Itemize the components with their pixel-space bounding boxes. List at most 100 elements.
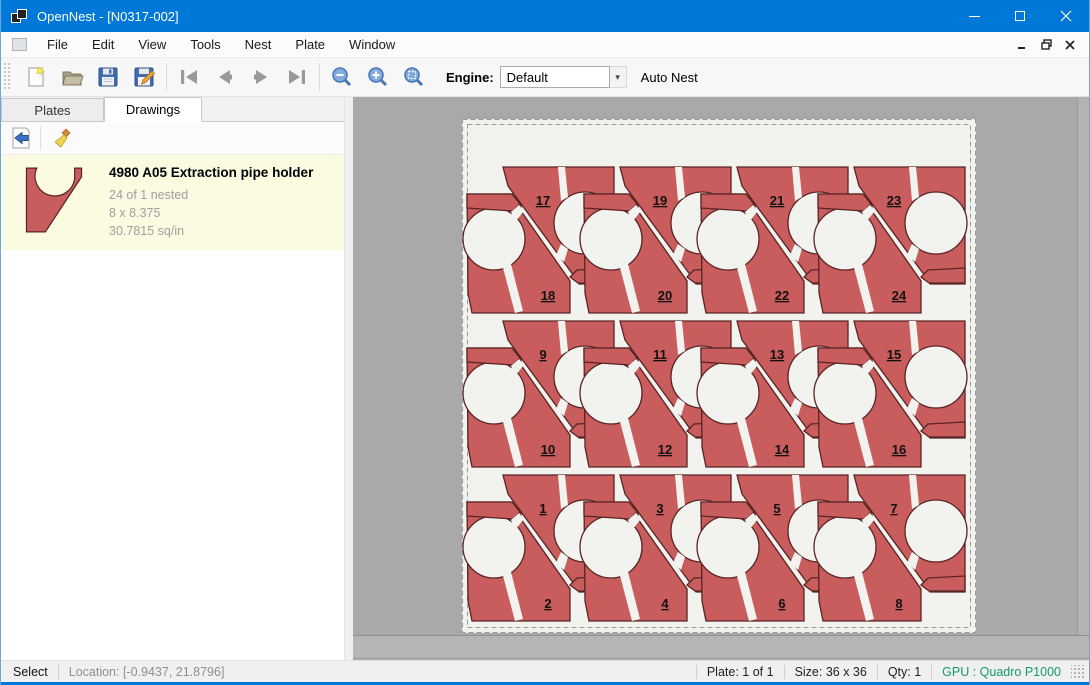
maximize-button[interactable]	[997, 0, 1043, 32]
sidebar-tabs: Plates Drawings	[1, 97, 344, 122]
title-bar: OpenNest - [N0317-002]	[1, 0, 1089, 32]
go-previous-icon	[213, 65, 237, 89]
part-number-label: 9	[539, 347, 546, 362]
open-button[interactable]	[54, 61, 90, 93]
part-number-label: 11	[653, 347, 667, 362]
mdi-minimize-button[interactable]	[1011, 35, 1033, 55]
app-window: OpenNest - [N0317-002] FileEditViewTools…	[0, 0, 1090, 685]
toolbar-separator	[319, 63, 320, 91]
zoom-in-button[interactable]	[360, 61, 396, 93]
panel-divider[interactable]	[344, 97, 353, 660]
drawing-list-item[interactable]: 4980 A05 Extraction pipe holder 24 of 1 …	[1, 155, 344, 250]
go-next-button[interactable]	[243, 61, 279, 93]
open-folder-icon	[60, 65, 84, 89]
menu-nest[interactable]: Nest	[233, 33, 284, 56]
close-button[interactable]	[1043, 0, 1089, 32]
tab-drawings[interactable]: Drawings	[104, 97, 202, 122]
go-previous-button[interactable]	[207, 61, 243, 93]
new-button[interactable]	[18, 61, 54, 93]
menu-tools[interactable]: Tools	[178, 33, 232, 56]
horizontal-scrollbar[interactable]	[353, 635, 1089, 657]
part-number-label: 18	[541, 288, 555, 303]
engine-value: Default	[507, 70, 548, 85]
drawings-toolbar	[1, 122, 344, 155]
part-number-label: 6	[778, 596, 785, 611]
save-edit-icon	[132, 65, 156, 89]
tab-plates[interactable]: Plates	[1, 98, 104, 121]
status-size: Size: 36 x 36	[795, 665, 867, 679]
chevron-down-icon: ▾	[615, 72, 620, 83]
mdi-restore-button[interactable]	[1035, 35, 1057, 55]
mdi-minimize-icon	[1017, 40, 1027, 50]
status-plate: Plate: 1 of 1	[707, 665, 774, 679]
resize-grip[interactable]	[1071, 665, 1085, 679]
engine-caret-button[interactable]: ▾	[610, 66, 627, 88]
status-qty: Qty: 1	[888, 665, 921, 679]
toolbar-separator	[40, 126, 41, 150]
engine-label: Engine:	[446, 70, 494, 85]
drawing-area: 30.7815 sq/in	[109, 222, 313, 240]
menu-bar: FileEditViewToolsNestPlateWindow	[1, 32, 1089, 58]
window-title: OpenNest - [N0317-002]	[37, 9, 179, 24]
app-icon	[11, 9, 28, 24]
menu-view[interactable]: View	[126, 33, 178, 56]
part-number-label: 23	[887, 193, 901, 208]
part-number-label: 15	[887, 347, 901, 362]
part-number-label: 24	[892, 288, 907, 303]
menu-edit[interactable]: Edit	[80, 33, 126, 56]
zoom-out-button[interactable]	[324, 61, 360, 93]
new-file-icon	[24, 65, 48, 89]
zoom-in-icon	[366, 65, 390, 89]
plate-drawing[interactable]: 171819202122232491011121314151612345678	[462, 119, 976, 633]
save-button[interactable]	[90, 61, 126, 93]
part-number-label: 5	[773, 501, 780, 516]
part-number-label: 10	[541, 442, 555, 457]
part-number-label: 17	[536, 193, 550, 208]
part-number-label: 21	[770, 193, 784, 208]
drawing-title: 4980 A05 Extraction pipe holder	[109, 165, 313, 180]
vertical-scrollbar[interactable]	[1077, 97, 1089, 635]
sidebar: Plates Drawings	[1, 97, 344, 660]
minimize-icon	[969, 16, 980, 17]
menu-file[interactable]: File	[35, 33, 80, 56]
go-next-icon	[249, 65, 273, 89]
broom-icon	[52, 126, 76, 150]
part-number-label: 1	[539, 501, 546, 516]
main-toolbar: Engine: Default ▾ Auto Nest	[1, 58, 1089, 97]
part-number-label: 4	[661, 596, 669, 611]
part-number-label: 20	[658, 288, 672, 303]
engine-select[interactable]: Default	[500, 66, 610, 88]
menu-plate[interactable]: Plate	[283, 33, 337, 56]
save-edit-button[interactable]	[126, 61, 162, 93]
zoom-fit-button[interactable]	[396, 61, 432, 93]
mdi-close-button[interactable]	[1059, 35, 1081, 55]
part-thumbnail	[13, 163, 95, 237]
go-first-button[interactable]	[171, 61, 207, 93]
zoom-fit-icon	[402, 65, 426, 89]
auto-nest-button[interactable]: Auto Nest	[641, 70, 698, 85]
minimize-button[interactable]	[951, 0, 997, 32]
toolbar-grip[interactable]	[4, 63, 12, 91]
nest-canvas[interactable]: 171819202122232491011121314151612345678	[353, 97, 1089, 660]
drawing-dimensions: 8 x 8.375	[109, 204, 313, 222]
part-number-label: 2	[544, 596, 551, 611]
save-icon	[96, 65, 120, 89]
go-last-button[interactable]	[279, 61, 315, 93]
part-number-label: 14	[775, 442, 790, 457]
status-location: Location: [-0.9437, 21.8796]	[69, 665, 225, 679]
part-number-label: 3	[656, 501, 663, 516]
part-number-label: 19	[653, 193, 667, 208]
part-number-label: 8	[895, 596, 902, 611]
part-number-label: 13	[770, 347, 784, 362]
clean-button[interactable]	[48, 124, 80, 152]
status-gpu: GPU : Quadro P1000	[942, 665, 1061, 679]
mdi-close-icon	[1065, 40, 1075, 50]
menu-window[interactable]: Window	[337, 33, 407, 56]
close-icon	[1060, 10, 1072, 22]
toolbar-separator	[166, 63, 167, 91]
go-last-icon	[285, 65, 309, 89]
part-number-label: 12	[658, 442, 672, 457]
import-drawing-icon	[9, 126, 33, 150]
import-drawing-button[interactable]	[5, 124, 37, 152]
mdi-restore-icon	[1041, 39, 1052, 50]
